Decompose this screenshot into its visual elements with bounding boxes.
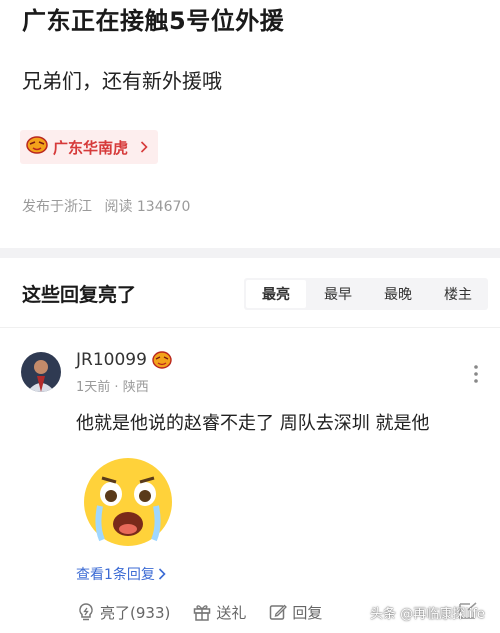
tiger-logo-icon [26, 136, 48, 158]
avatar[interactable] [21, 352, 61, 392]
comment-location: 陕西 [122, 380, 149, 395]
comment-time: 1天前 [76, 380, 111, 395]
post-meta: 发布于浙江 阅读 134670 [22, 196, 190, 216]
more-options-icon[interactable] [468, 362, 484, 386]
chevron-right-icon [140, 141, 148, 153]
view-replies-link[interactable]: 查看1条回复 [76, 564, 166, 584]
gift-label: 送礼 [216, 603, 247, 622]
watermark: 头条 @再临康探life [370, 607, 485, 622]
reply-button[interactable]: 回复 [268, 602, 322, 623]
sort-tabs: 最亮 最早 最晚 楼主 [244, 278, 488, 310]
topic-tag[interactable]: 广东华南虎 [20, 130, 159, 164]
post-title: 广东正在接触5号位外援 [22, 7, 285, 35]
tab-latest[interactable]: 最晚 [368, 278, 428, 310]
gift-icon [192, 602, 216, 622]
chevron-right-icon [158, 568, 166, 580]
replies-section-title: 这些回复亮了 [22, 284, 137, 306]
team-badge-icon [152, 351, 172, 369]
like-label: 亮了(933) [100, 603, 171, 622]
tab-brightest[interactable]: 最亮 [246, 280, 306, 308]
edit-icon [268, 602, 292, 622]
section-divider [0, 248, 500, 258]
comment-username[interactable]: JR10099 [76, 350, 172, 370]
reply-label: 回复 [292, 603, 323, 622]
topic-tag-label: 广东华南虎 [53, 138, 129, 157]
comment-meta: 1天前 · 陕西 [76, 376, 149, 395]
post-body: 兄弟们，还有新外援哦 [22, 69, 222, 93]
like-button[interactable]: 亮了(933) [76, 602, 170, 623]
divider-line [0, 327, 500, 328]
post-location: 发布于浙江 [22, 199, 92, 215]
lightbulb-icon [76, 602, 100, 622]
username-text: JR10099 [76, 350, 147, 370]
tab-op-only[interactable]: 楼主 [428, 278, 488, 310]
crying-emoji-sticker [78, 450, 178, 550]
gift-button[interactable]: 送礼 [192, 602, 246, 623]
meta-separator: · [114, 380, 119, 395]
comment-text: 他就是他说的赵睿不走了 周队去深圳 就是他 [76, 413, 430, 434]
view-replies-label: 查看1条回复 [76, 567, 155, 583]
tab-earliest[interactable]: 最早 [308, 278, 368, 310]
post-read-count: 阅读 134670 [104, 199, 191, 215]
